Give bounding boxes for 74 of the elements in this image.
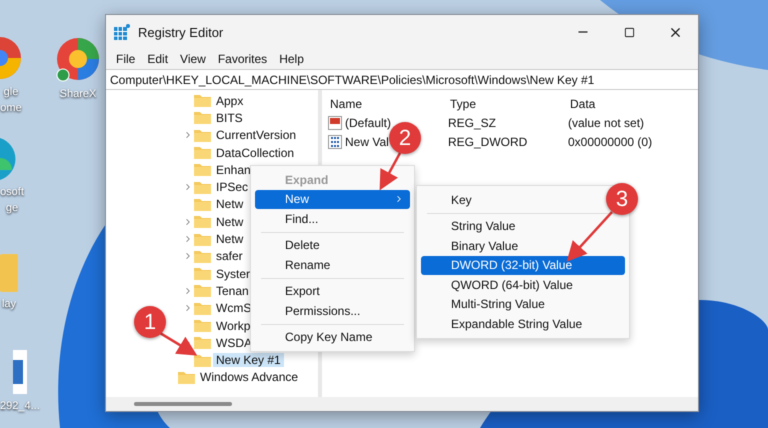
menu-item[interactable]: Export (255, 282, 326, 301)
folder-icon (178, 370, 195, 384)
folder-icon (194, 146, 211, 160)
menu-item[interactable]: Binary Value (421, 236, 524, 256)
menu-item[interactable]: DWORD (32-bit) Value (421, 256, 625, 275)
menu-item[interactable]: Copy Key Name (255, 328, 378, 347)
folder-icon (194, 354, 211, 367)
menu-item[interactable]: New (255, 190, 410, 209)
tree-item[interactable]: BITS (213, 110, 246, 125)
menu-bar-item[interactable]: Favorites (212, 52, 274, 66)
callout-arrow (380, 152, 402, 190)
menu-item[interactable]: QWORD (64-bit) Value (421, 275, 579, 294)
value-data: 0x00000000 (0) (568, 134, 654, 148)
column-header[interactable]: Data (568, 96, 698, 110)
column-header[interactable]: Type (448, 96, 568, 110)
folder-icon (194, 319, 211, 332)
tree-item[interactable]: Netw (213, 232, 246, 246)
value-data: (value not set) (568, 116, 646, 130)
folder-icon (194, 284, 211, 298)
tree-item[interactable]: Workp (213, 318, 254, 332)
folder-icon (194, 267, 211, 280)
menu-item[interactable]: Find... (255, 209, 324, 228)
binary-value-icon (328, 134, 342, 148)
tree-item[interactable]: New Key #1 (213, 353, 284, 368)
menu-item[interactable]: String Value (421, 216, 522, 236)
menu-bar-item[interactable]: View (174, 52, 212, 66)
menu-item[interactable]: Rename (255, 255, 336, 274)
folder-icon (194, 180, 211, 194)
callout-arrow (566, 211, 613, 262)
app-icon (114, 24, 130, 40)
folder-icon (194, 215, 211, 228)
column-header[interactable]: Name (328, 96, 448, 110)
value-type: REG_DWORD (448, 134, 528, 148)
value-name: New Val (345, 134, 389, 148)
tree-item[interactable]: Syster (213, 266, 254, 281)
folder-icon (194, 198, 211, 211)
menu-item[interactable]: Multi-String Value (421, 294, 551, 314)
tree-item[interactable]: CurrentVersion (213, 128, 300, 142)
tree-item[interactable]: Enhan (213, 162, 254, 177)
folder-icon (194, 336, 211, 350)
tree-item[interactable]: safer (213, 249, 246, 264)
tree-item[interactable]: IPSec (213, 180, 252, 194)
value-name: (Default) (345, 116, 392, 130)
menu-item[interactable]: Expandable String Value (421, 314, 588, 334)
tree-item[interactable]: Appx (213, 94, 246, 108)
app-logo-icon[interactable] (55, 36, 101, 82)
tree-item[interactable]: Netw (213, 197, 246, 212)
menu-bar-item[interactable]: Help (273, 52, 310, 66)
menu-item[interactable]: Key (421, 190, 478, 210)
address-bar[interactable]: Computer\HKEY_LOCAL_MACHINE\SOFTWARE\Policies\Microsoft\Windows\New Key #1 (106, 69, 698, 90)
folder-icon (194, 163, 211, 176)
maximize-icon (624, 26, 634, 38)
string-value-icon (328, 116, 342, 130)
folder-icon (194, 232, 211, 246)
menu-bar-item[interactable]: File (110, 52, 142, 66)
tree-item[interactable]: Windows Advance (197, 370, 302, 384)
menu-bar-item[interactable]: Edit (141, 52, 174, 66)
folder-icon (194, 128, 211, 142)
window-title: Registry Editor (138, 24, 224, 40)
callout-arrow (159, 332, 198, 356)
browser-logo-icon[interactable] (0, 36, 22, 80)
scrollbar-thumb[interactable] (134, 402, 232, 406)
folder-icon (194, 111, 211, 124)
tree-item[interactable]: Netw (213, 214, 246, 229)
folder-icon (194, 94, 211, 108)
value-type: REG_SZ (448, 116, 498, 130)
menu-item[interactable]: Delete (255, 236, 326, 255)
folder-icon (194, 302, 211, 315)
tree-item[interactable]: Tenan (213, 284, 252, 298)
folder-icon (194, 250, 211, 263)
tree-item[interactable]: DataCollection (213, 146, 298, 160)
menu-item[interactable]: Permissions... (255, 301, 366, 320)
horizontal-scrollbar[interactable] (106, 397, 698, 411)
image-file-icon[interactable] (12, 350, 27, 394)
